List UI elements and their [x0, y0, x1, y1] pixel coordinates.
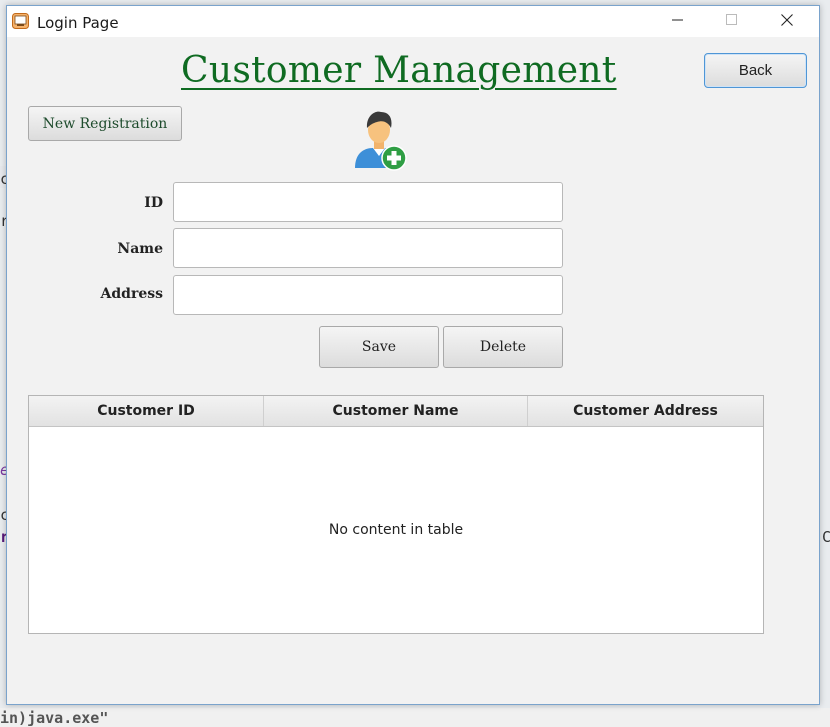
background-editor-bottom: [0, 708, 830, 727]
name-label: Name: [117, 241, 163, 257]
id-label: ID: [144, 195, 163, 211]
minimize-icon: [672, 13, 684, 31]
empty-table-message: No content in table: [328, 522, 464, 538]
address-field[interactable]: [173, 275, 563, 315]
title-bar[interactable]: Login Page: [7, 6, 819, 37]
login-page-window: Login Page Customer Management Back New …: [6, 5, 820, 705]
column-header-customer-address[interactable]: Customer Address: [528, 396, 763, 426]
back-button[interactable]: Back: [704, 53, 807, 88]
maximize-icon: [726, 13, 738, 31]
column-header-customer-id[interactable]: Customer ID: [29, 396, 264, 426]
background-code-fragment: C: [822, 528, 830, 546]
name-field[interactable]: [173, 228, 563, 268]
page-title: Customer Management: [181, 50, 617, 91]
address-label: Address: [100, 286, 164, 302]
save-button[interactable]: Save: [319, 326, 439, 368]
column-header-customer-name[interactable]: Customer Name: [264, 396, 528, 426]
minimize-button[interactable]: [655, 6, 701, 37]
delete-button[interactable]: Delete: [443, 326, 563, 368]
new-registration-button[interactable]: New Registration: [28, 106, 182, 141]
table-header: Customer ID Customer Name Customer Addre…: [29, 396, 763, 427]
maximize-button[interactable]: [709, 6, 755, 37]
id-field[interactable]: [173, 182, 563, 222]
background-code-fragment: in)java.exe": [0, 709, 109, 727]
java-app-icon: [12, 13, 29, 29]
window-title: Login Page: [37, 14, 119, 32]
add-user-icon: [351, 108, 413, 174]
close-button[interactable]: [764, 6, 810, 37]
customer-table[interactable]: Customer ID Customer Name Customer Addre…: [28, 395, 764, 634]
close-icon: [781, 13, 793, 31]
